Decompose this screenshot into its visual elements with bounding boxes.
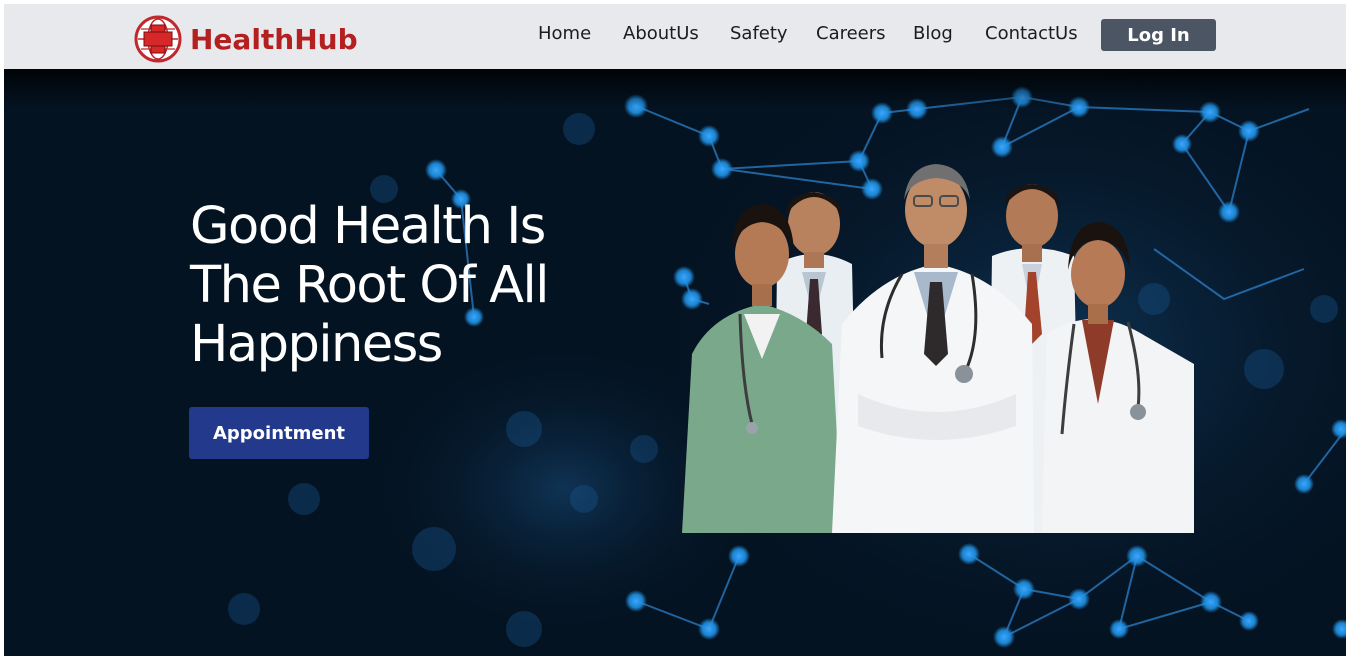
brand[interactable]: HealthHub (134, 15, 358, 63)
headline-line-3: Happiness (190, 315, 443, 374)
nav-safety[interactable]: Safety (730, 23, 788, 44)
navbar: HealthHub Home AboutUs Safety Careers Bl… (4, 4, 1346, 69)
doctors-team-image (682, 164, 1194, 533)
nav-careers[interactable]: Careers (816, 23, 886, 44)
headline-line-1: Good Health Is (190, 197, 546, 256)
medical-cross-globe-icon (134, 15, 182, 63)
header-shadow (4, 69, 1346, 109)
login-button[interactable]: Log In (1101, 19, 1216, 51)
brand-name: HealthHub (190, 22, 358, 56)
doctor-figure (832, 164, 1034, 533)
nav-aboutus[interactable]: AboutUs (623, 23, 699, 44)
nav-home[interactable]: Home (538, 23, 591, 44)
appointment-button[interactable]: Appointment (189, 407, 369, 459)
hero-headline: Good Health Is The Root Of All Happiness (190, 197, 549, 374)
hero-section: Good Health Is The Root Of All Happiness… (4, 69, 1346, 656)
nav-blog[interactable]: Blog (913, 23, 953, 44)
headline-line-2: The Root Of All (190, 256, 549, 315)
nav-contactus[interactable]: ContactUs (985, 23, 1078, 44)
